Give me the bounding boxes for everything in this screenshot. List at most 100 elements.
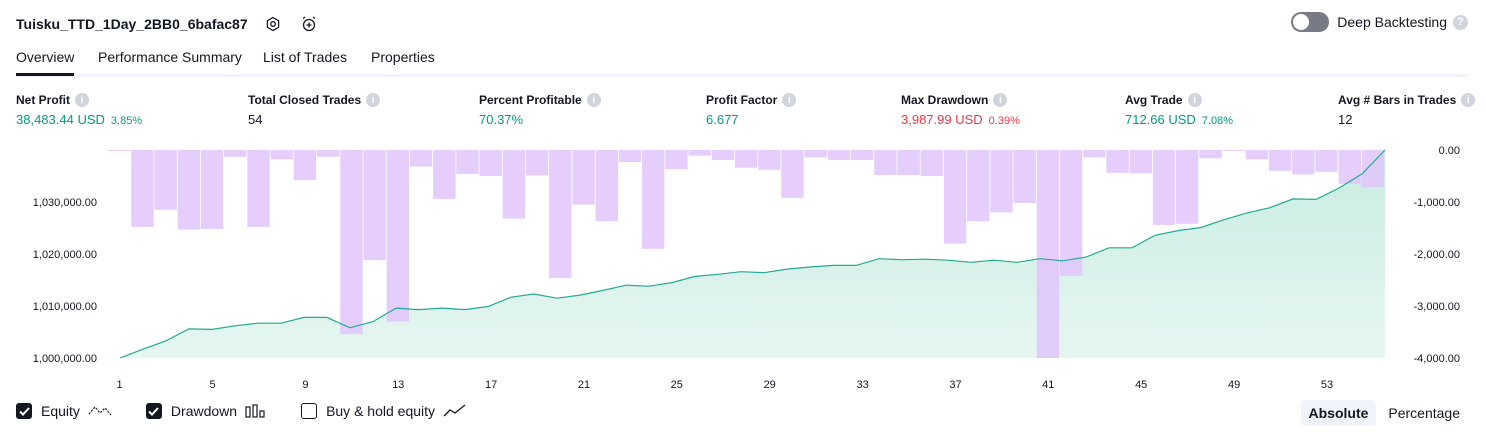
drawdown-bar <box>177 150 201 230</box>
info-icon[interactable]: i <box>1187 93 1202 107</box>
legend-drawdown[interactable]: Drawdown <box>145 403 267 419</box>
info-icon[interactable]: i <box>993 93 1008 107</box>
left-axis-tick: 1,030,000.00 <box>33 197 97 209</box>
drawdown-bar <box>1106 150 1129 173</box>
x-axis-tick: 1 <box>117 379 123 391</box>
x-axis-tick: 9 <box>302 379 308 391</box>
legend-buy-hold-equity[interactable]: Buy & hold equity <box>301 403 467 419</box>
legend-label: Equity <box>41 403 80 419</box>
metric-label: Avg # Bars in Trades <box>1338 93 1457 107</box>
tab-performance-summary[interactable]: Performance Summary <box>98 49 242 73</box>
drawdown-bar <box>549 150 572 278</box>
equity-checkbox[interactable] <box>16 403 32 419</box>
drawdown-bar <box>1036 150 1060 358</box>
drawdown-bar <box>525 150 549 176</box>
drawdown-bar <box>479 150 502 176</box>
drawdown-bar <box>1199 150 1222 159</box>
metric-percent-profitable: Percent Profitable i 70.37% <box>479 93 601 127</box>
drawdown-bar <box>618 150 642 162</box>
metric-value: 6.677 <box>706 112 739 127</box>
drawdown-bar <box>1315 150 1338 172</box>
drawdown-bar <box>1129 150 1152 174</box>
deep-backtesting-toggle[interactable] <box>1291 12 1330 32</box>
right-axis-tick: -2,000.00 <box>1414 249 1460 261</box>
percentage-button[interactable]: Percentage <box>1380 400 1468 426</box>
drawdown-bar <box>1152 150 1176 225</box>
alarm-clock-add-icon[interactable] <box>298 13 320 35</box>
tab-properties[interactable]: Properties <box>371 49 435 73</box>
info-icon[interactable]: i <box>782 93 797 107</box>
info-icon[interactable]: i <box>75 93 89 107</box>
left-axis-tick: 1,010,000.00 <box>33 301 97 313</box>
metric-value: 38,483.44 USD <box>16 112 105 127</box>
metric-value: 712.66 USD <box>1125 112 1196 127</box>
drawdown-bars-icon <box>245 404 267 418</box>
metric-max-drawdown: Max Drawdown i 3,987.99 USD 0.39% <box>901 93 1020 127</box>
info-icon[interactable]: i <box>1461 93 1476 107</box>
strategy-title: Tuisku_TTD_1Day_2BB0_6bafac87 <box>16 16 248 32</box>
drawdown-bar <box>804 150 827 158</box>
buy-hold-checkbox[interactable] <box>301 403 318 419</box>
drawdown-bar <box>247 150 270 227</box>
drawdown-bar <box>224 150 247 157</box>
metric-label: Max Drawdown <box>901 93 989 107</box>
drawdown-bar <box>595 150 618 222</box>
drawdown-checkbox[interactable] <box>145 403 162 419</box>
x-axis-tick: 13 <box>392 379 404 391</box>
drawdown-bar <box>1268 150 1292 171</box>
drawdown-bar <box>1292 150 1315 175</box>
drawdown-bar <box>1222 150 1245 151</box>
drawdown-bar <box>734 150 758 168</box>
metric-avg-bars-in-trades: Avg # Bars in Trades i 12 <box>1338 93 1476 127</box>
metric-total-closed-trades: Total Closed Trades i 54 <box>248 93 381 127</box>
x-axis-tick: 45 <box>1135 379 1147 391</box>
right-axis-tick: -4,000.00 <box>1414 353 1460 365</box>
drawdown-bar <box>1361 150 1385 188</box>
equity-drawdown-chart[interactable]: 1,030,000.00 1,020,000.00 1,010,000.00 1,00… <box>0 140 1486 395</box>
x-axis-tick: 41 <box>1042 379 1054 391</box>
x-axis-tick: 25 <box>671 379 683 391</box>
drawdown-bar <box>897 150 920 175</box>
legend-label: Buy & hold equity <box>326 403 436 419</box>
drawdown-bar <box>386 150 409 322</box>
metric-label: Profit Factor <box>706 93 778 107</box>
drawdown-bar <box>340 150 363 335</box>
x-axis-tick: 17 <box>485 379 497 391</box>
toggle-knob <box>1293 14 1310 30</box>
drawdown-bar <box>317 150 340 157</box>
drawdown-bar <box>943 150 967 244</box>
metric-value: 3,987.99 USD <box>901 112 983 127</box>
left-axis-tick: 1,000,000.00 <box>33 353 97 365</box>
info-icon[interactable]: i <box>366 93 381 107</box>
help-icon[interactable]: ? <box>1453 14 1468 30</box>
metric-percent: 7.08% <box>1201 115 1234 127</box>
legend-label: Drawdown <box>170 403 238 419</box>
drawdown-bar <box>642 150 665 249</box>
left-axis-tick: 1,020,000.00 <box>33 249 97 261</box>
equity-line-icon <box>88 404 112 418</box>
tab-list-of-trades[interactable]: List of Trades <box>263 49 347 73</box>
absolute-button[interactable]: Absolute <box>1300 400 1377 426</box>
deep-backtesting: Deep Backtesting ? <box>1291 12 1468 32</box>
metric-label: Net Profit <box>16 93 70 107</box>
metric-percent: 0.39% <box>988 115 1020 127</box>
metric-label: Percent Profitable <box>479 93 582 107</box>
drawdown-bar <box>502 150 526 219</box>
buy-hold-line-icon <box>443 404 467 418</box>
right-axis-tick: -1,000.00 <box>1414 197 1460 209</box>
drawdown-bar <box>433 150 456 199</box>
drawdown-bar <box>270 150 293 160</box>
metric-label: Avg Trade <box>1125 93 1183 107</box>
tab-overview[interactable]: Overview <box>16 49 75 76</box>
drawdown-bar <box>108 150 131 151</box>
drawdown-bar <box>293 150 317 181</box>
legend-equity[interactable]: Equity <box>16 403 112 419</box>
drawdown-bar <box>967 150 990 222</box>
drawdown-bar <box>1338 150 1361 184</box>
right-axis-tick: -3,000.00 <box>1414 301 1460 313</box>
info-icon[interactable]: i <box>586 93 601 107</box>
right-axis-tick: 0.00 <box>1439 145 1460 157</box>
gear-icon[interactable] <box>262 13 284 35</box>
drawdown-bar <box>200 150 224 229</box>
drawdown-bar <box>1013 150 1036 203</box>
